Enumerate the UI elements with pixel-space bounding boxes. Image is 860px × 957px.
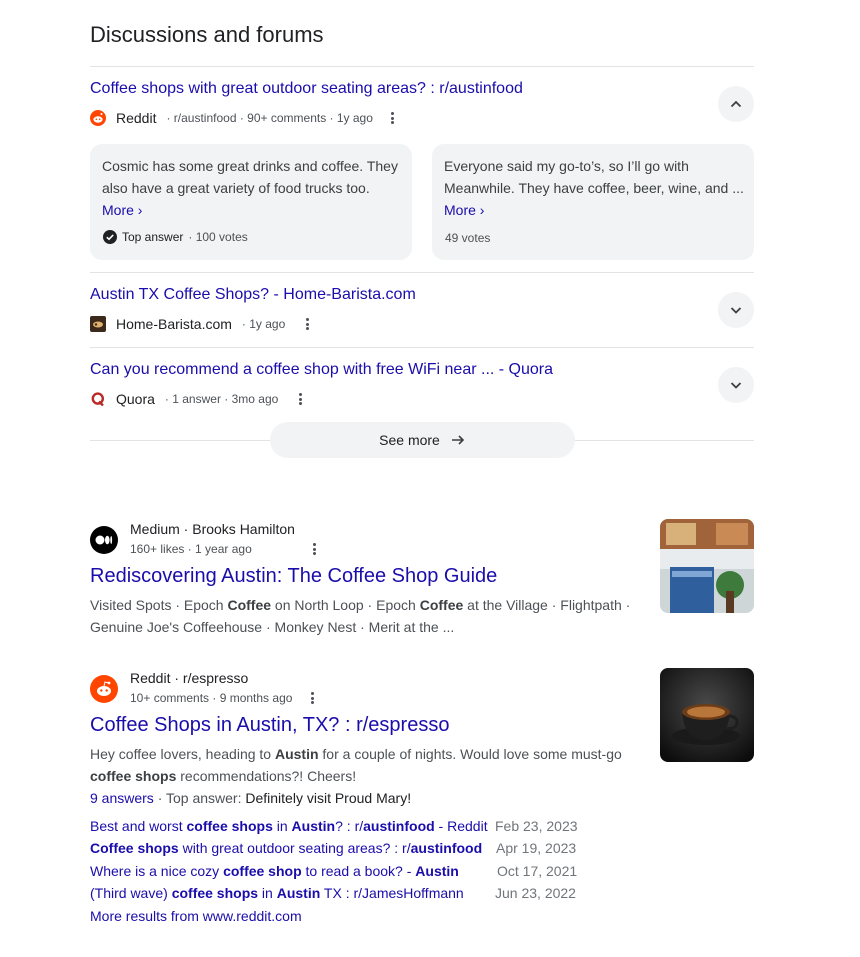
- top-answer-badge: Top answer: [122, 230, 184, 244]
- sublink-2[interactable]: Coffee shops with great outdoor seating …: [90, 840, 482, 856]
- reddit-icon: [90, 110, 106, 126]
- more-link[interactable]: More ›: [444, 202, 484, 218]
- result-snippet: Hey coffee lovers, heading to Austin for…: [90, 746, 622, 784]
- more-options-icon[interactable]: [310, 692, 314, 704]
- quora-icon: [90, 391, 106, 407]
- home-barista-icon: [90, 316, 106, 332]
- result-thumbnail[interactable]: [660, 519, 754, 613]
- divider: [90, 272, 754, 273]
- chevron-down-icon: [730, 307, 742, 314]
- source-name: Reddit: [116, 110, 157, 126]
- sublink-date: Apr 19, 2023: [496, 840, 577, 856]
- arrow-right-icon: [451, 435, 464, 445]
- answer-text: Cosmic has some great drinks and coffee.…: [102, 158, 398, 196]
- discussion-title-1[interactable]: Coffee shops with great outdoor seating …: [90, 80, 523, 98]
- result-meta: 160+ likes · 1 year ago: [130, 542, 252, 556]
- top-answer-text: Definitely visit Proud Mary!: [245, 790, 412, 806]
- expand-button[interactable]: [718, 367, 754, 403]
- answer-votes: 49 votes: [445, 231, 491, 245]
- answers-line: 9 answers · Top answer: Definitely visit…: [90, 790, 411, 806]
- expand-button[interactable]: [718, 292, 754, 328]
- sublink-date: Feb 23, 2023: [495, 818, 578, 834]
- see-more-label: See more: [379, 432, 440, 448]
- discussion-title-2[interactable]: Austin TX Coffee Shops? - Home-Barista.c…: [90, 286, 416, 304]
- result-source: Reddit · r/espresso: [130, 670, 249, 686]
- more-options-icon[interactable]: [312, 543, 316, 555]
- more-options-icon[interactable]: [298, 393, 302, 405]
- sublink-date: Oct 17, 2021: [497, 863, 578, 879]
- divider: [90, 347, 754, 348]
- answer-card-1[interactable]: Cosmic has some great drinks and coffee.…: [90, 144, 412, 260]
- result-title[interactable]: Rediscovering Austin: The Coffee Shop Gu…: [90, 565, 497, 588]
- reddit-icon: [90, 675, 118, 703]
- sublink-3[interactable]: Where is a nice cozy coffee shop to read…: [90, 863, 459, 879]
- medium-icon: [90, 526, 118, 554]
- discussion-meta: · 1y ago: [241, 317, 286, 331]
- answer-votes: · 100 votes: [188, 230, 248, 244]
- answer-text: Everyone said my go-to’s, so I’ll go wit…: [444, 158, 744, 196]
- discussion-source-3: Quora · 1 answer · 3mo ago: [90, 391, 302, 407]
- source-name: Home-Barista.com: [116, 316, 232, 332]
- sublink-4[interactable]: (Third wave) coffee shops in Austin TX :…: [90, 885, 464, 901]
- check-circle-icon: [103, 230, 117, 244]
- result-snippet: Visited Spots · Epoch Coffee on North Lo…: [90, 597, 631, 635]
- see-more-button[interactable]: See more: [270, 422, 575, 458]
- more-results-link[interactable]: More results from www.reddit.com: [90, 908, 302, 924]
- result-thumbnail[interactable]: [660, 668, 754, 762]
- answer-card-2[interactable]: Everyone said my go-to’s, so I’ll go wit…: [432, 144, 754, 260]
- more-link[interactable]: More ›: [102, 202, 142, 218]
- section-heading: Discussions and forums: [90, 22, 324, 47]
- discussion-source-1: Reddit · r/austinfood · 90+ comments · 1…: [90, 110, 395, 126]
- sublink-date: Jun 23, 2022: [495, 885, 576, 901]
- result-title[interactable]: Coffee Shops in Austin, TX? : r/espresso: [90, 714, 449, 737]
- discussion-meta: · r/austinfood · 90+ comments · 1y ago: [166, 111, 373, 125]
- source-name: Quora: [116, 391, 155, 407]
- discussion-meta: · 1 answer · 3mo ago: [164, 392, 279, 406]
- divider: [90, 66, 754, 67]
- result-meta: 10+ comments · 9 months ago: [130, 691, 293, 705]
- collapse-button[interactable]: [718, 86, 754, 122]
- sublink-1[interactable]: Best and worst coffee shops in Austin? :…: [90, 818, 488, 834]
- chevron-down-icon: [730, 382, 742, 389]
- chevron-up-icon: [730, 100, 742, 108]
- discussion-title-3[interactable]: Can you recommend a coffee shop with fre…: [90, 361, 553, 379]
- answers-count-link[interactable]: 9 answers: [90, 790, 154, 806]
- top-answer-label: · Top answer:: [153, 790, 246, 806]
- result-source: Medium · Brooks Hamilton: [130, 521, 295, 537]
- discussion-source-2: Home-Barista.com · 1y ago: [90, 316, 309, 332]
- more-options-icon[interactable]: [305, 318, 309, 330]
- more-options-icon[interactable]: [391, 112, 395, 124]
